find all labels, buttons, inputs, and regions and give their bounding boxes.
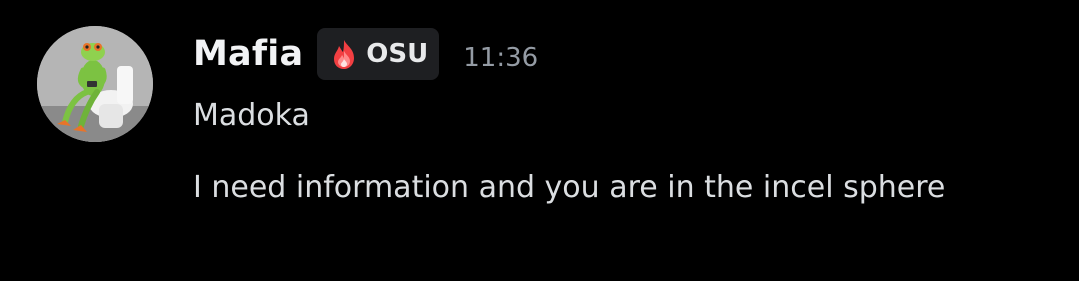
message-header: Mafia OSU 11:36	[193, 28, 538, 80]
guild-tag-label: OSU	[366, 39, 429, 69]
guild-tag[interactable]: OSU	[317, 28, 440, 80]
flame-icon	[334, 40, 355, 69]
avatar[interactable]	[37, 26, 153, 142]
timestamp[interactable]: 11:36	[463, 43, 538, 73]
username[interactable]: Mafia	[193, 34, 303, 74]
message-line: I need information and you are in the in…	[193, 170, 946, 205]
chat-message: Mafia OSU 11:36 Madoka I need informatio…	[0, 0, 1079, 281]
message-line: Madoka	[193, 98, 310, 133]
frog-figurine-avatar-icon	[37, 26, 153, 142]
